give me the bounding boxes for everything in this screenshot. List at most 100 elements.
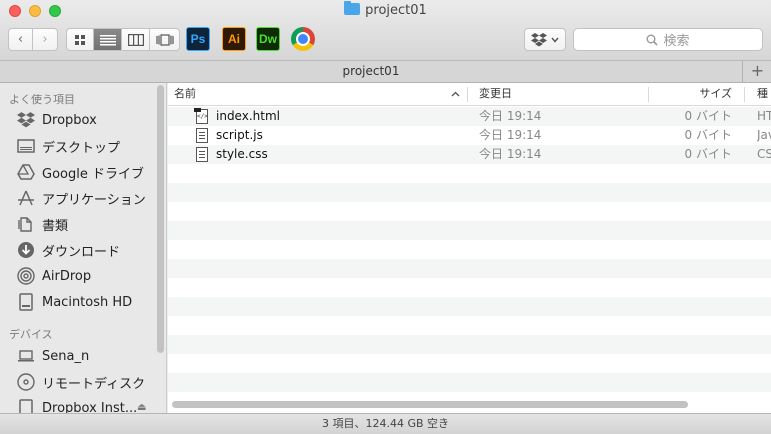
cover-flow-icon	[155, 33, 174, 46]
sidebar-item-label: リモートディスク	[42, 376, 146, 392]
status-bar: 3 項目、124.44 GB 空き	[0, 413, 771, 434]
dropbox-icon	[531, 32, 547, 46]
dreamweaver-app-icon[interactable]: Dw	[256, 27, 280, 51]
search-placeholder: 検索	[663, 34, 690, 49]
grid-icon	[75, 34, 85, 45]
eject-icon[interactable]: ⏏	[137, 402, 146, 413]
css-file-icon	[196, 147, 208, 162]
sidebar-scrollbar[interactable]	[157, 85, 164, 353]
file-size: 0 バイト	[684, 109, 732, 123]
file-date: 今日 19:14	[479, 128, 542, 142]
sidebar-item-desktop[interactable]: デスクトップ	[16, 136, 120, 156]
file-size: 0 バイト	[684, 128, 732, 142]
search-field[interactable]: 検索	[573, 28, 763, 51]
file-date: 今日 19:14	[479, 147, 542, 161]
sidebar-section-devices: デバイス	[9, 328, 53, 341]
sidebar-item-applications[interactable]: アプリケーション	[16, 188, 146, 208]
illustrator-app-icon[interactable]: Ai	[222, 27, 246, 51]
titlebar: project01 ‹ › Ps Ai Dw 検索	[0, 0, 771, 61]
forward-button[interactable]: ›	[33, 28, 58, 51]
list-view-button[interactable]	[94, 28, 122, 51]
column-view-button[interactable]	[122, 28, 150, 51]
sidebar-item-label: Macintosh HD	[42, 294, 133, 310]
window-title: project01	[0, 1, 771, 18]
disk-image-icon	[16, 399, 36, 413]
column-header-size[interactable]: サイズ	[618, 83, 732, 106]
file-kind: CSS	[757, 147, 771, 161]
file-size: 0 バイト	[684, 147, 732, 161]
sidebar-item-downloads[interactable]: ダウンロード	[16, 240, 120, 260]
dropbox-menu-button[interactable]	[524, 28, 566, 51]
empty-row	[168, 183, 771, 202]
download-icon	[16, 241, 36, 259]
sidebar-item-label: アプリケーション	[42, 192, 146, 208]
dropbox-icon	[16, 111, 36, 129]
columns-icon	[127, 33, 144, 46]
table-row[interactable]: script.js 今日 19:14 0 バイト JavaScript	[168, 126, 771, 145]
disc-icon	[16, 373, 36, 391]
empty-row	[168, 335, 771, 354]
horizontal-scrollbar[interactable]	[172, 401, 688, 408]
sidebar-item-google-drive[interactable]: Google ドライブ	[16, 162, 144, 182]
sidebar-item-label: Sena_n	[42, 348, 90, 364]
applications-icon	[16, 189, 36, 207]
desktop-icon	[16, 137, 36, 155]
chrome-app-icon[interactable]	[291, 27, 315, 51]
empty-row	[168, 278, 771, 297]
empty-row	[168, 354, 771, 373]
sidebar-item-remote-disc[interactable]: リモートディスク	[16, 372, 145, 392]
sidebar-item-dropbox-installer[interactable]: Dropbox Inst...	[16, 398, 137, 413]
sidebar: よく使う項目 Dropbox デスクトップ Google ドライブ アプリケーシ…	[0, 83, 167, 413]
html-file-icon	[194, 108, 208, 124]
file-name: index.html	[216, 109, 280, 123]
file-name: script.js	[216, 128, 263, 142]
sidebar-item-dropbox[interactable]: Dropbox	[16, 110, 97, 130]
script-file-icon	[196, 128, 208, 143]
empty-row	[168, 316, 771, 335]
sidebar-item-label: Google ドライブ	[42, 166, 144, 182]
list-icon	[99, 34, 116, 45]
new-tab-button[interactable]: +	[744, 61, 771, 83]
folder-icon	[344, 1, 361, 15]
sort-ascending-icon	[451, 91, 460, 97]
file-kind: HTML	[757, 109, 771, 123]
sidebar-item-airdrop[interactable]: AirDrop	[16, 266, 91, 286]
table-row[interactable]: index.html 今日 19:14 0 バイト HTML	[168, 107, 771, 126]
column-divider[interactable]	[467, 87, 468, 102]
file-date: 今日 19:14	[479, 109, 542, 123]
column-header-kind[interactable]: 種類	[757, 83, 771, 106]
sidebar-item-label: Dropbox	[42, 112, 97, 128]
sidebar-item-label: AirDrop	[42, 268, 92, 284]
cover-flow-view-button[interactable]	[150, 28, 180, 51]
chevron-down-icon	[551, 37, 559, 43]
window-title-text: project01	[365, 3, 427, 18]
column-divider[interactable]	[744, 87, 745, 102]
search-icon	[646, 34, 659, 46]
sidebar-item-sena-n[interactable]: Sena_n	[16, 346, 89, 366]
google-drive-icon	[16, 163, 36, 181]
photoshop-app-icon[interactable]: Ps	[186, 27, 210, 51]
icon-view-button[interactable]	[66, 28, 94, 51]
file-kind: JavaScript	[757, 128, 771, 142]
empty-row	[168, 297, 771, 316]
sidebar-item-documents[interactable]: 書類	[16, 214, 68, 234]
sidebar-item-label: 書類	[42, 218, 69, 234]
table-row[interactable]: style.css 今日 19:14 0 バイト CSS	[168, 145, 771, 164]
back-button[interactable]: ‹	[8, 28, 33, 51]
laptop-icon	[16, 347, 36, 365]
column-header-name[interactable]: 名前	[174, 83, 196, 106]
tab-project01[interactable]: project01	[0, 61, 743, 83]
empty-row	[168, 202, 771, 221]
sidebar-item-label: デスクトップ	[42, 140, 121, 156]
empty-row	[168, 240, 771, 259]
column-header-date[interactable]: 変更日	[479, 83, 512, 106]
empty-row	[168, 373, 771, 392]
sidebar-item-label: Dropbox Inst...	[42, 400, 138, 414]
file-name: style.css	[216, 147, 268, 161]
file-list: 名前 変更日 サイズ 種類 index.html 今日 19:14 0 バイト …	[168, 83, 771, 413]
airdrop-icon	[16, 267, 36, 285]
empty-row	[168, 164, 771, 183]
sidebar-item-macintosh-hd[interactable]: Macintosh HD	[16, 292, 132, 312]
documents-icon	[16, 215, 36, 233]
sidebar-section-favorites: よく使う項目	[9, 93, 75, 106]
